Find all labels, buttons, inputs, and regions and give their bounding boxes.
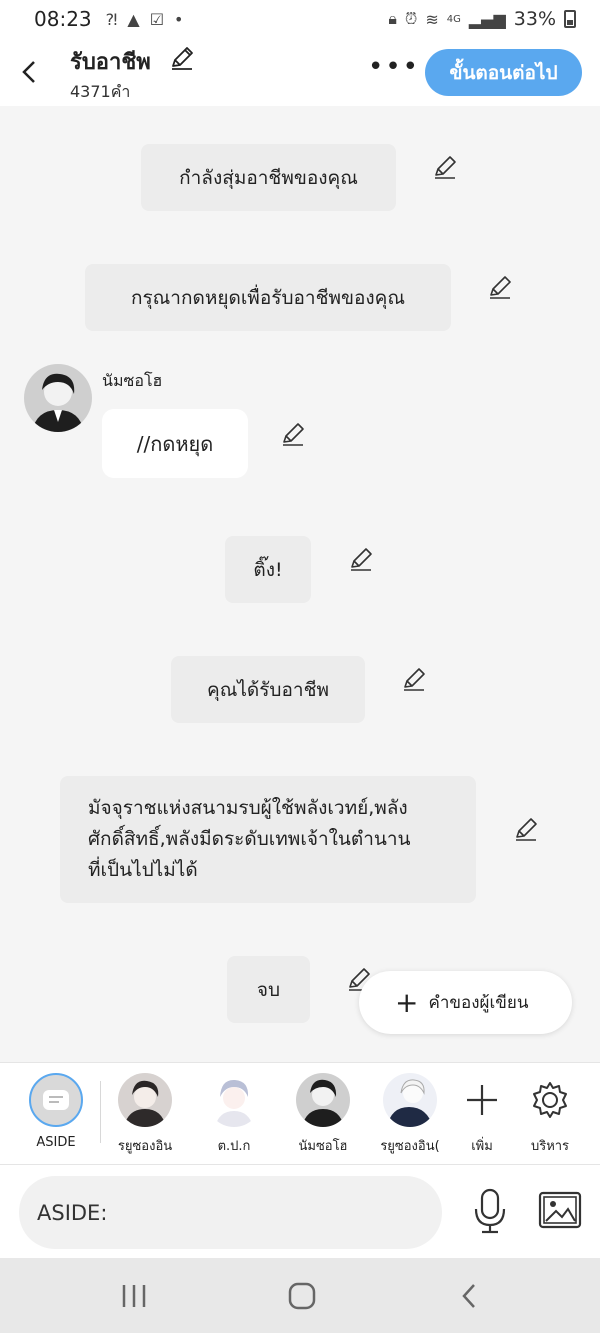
status-bar: 08:23 ⁈ ▲ ☑ • 🔒︎ ⏰︎ ≋ 4G ▂▄▆ 33% <box>0 0 600 38</box>
system-back-button[interactable] <box>450 1276 490 1316</box>
chevron-left-icon <box>22 61 35 83</box>
character-selector: ASIDE รยูซองอิน ต.ป.ก นัมซอโฮ รยูซองอิน(… <box>0 1062 600 1165</box>
microphone-icon[interactable] <box>470 1187 510 1235</box>
edit-pencil-icon[interactable] <box>347 546 375 574</box>
character-ryu-soung-in[interactable]: รยูซองอิน <box>105 1073 185 1156</box>
alarm-icon: ⏰︎ <box>404 9 418 28</box>
character-tpk[interactable]: ต.ป.ก <box>194 1073 274 1156</box>
app-header: รับอาชีพ 4371คำ ••• ขั้นตอนต่อไป <box>0 38 600 106</box>
more-options-button[interactable]: ••• <box>368 52 420 82</box>
character-label: นัมซอโฮ <box>298 1139 348 1154</box>
wifi-icon: ≋ <box>425 9 439 29</box>
narration-bubble[interactable]: คุณได้รับอาชีพ <box>171 656 365 723</box>
author-note-label: คำของผู้เขียน <box>428 993 529 1013</box>
page-title: รับอาชีพ <box>70 50 151 75</box>
plus-icon <box>467 1085 497 1115</box>
narration-bubble[interactable]: มัจจุราชแห่งสนามรบผู้ใช้พลังเวทย์,พลัง ศ… <box>60 776 476 903</box>
recent-apps-icon <box>122 1285 146 1307</box>
home-button[interactable] <box>282 1276 322 1316</box>
recent-apps-button[interactable] <box>114 1276 154 1316</box>
avatar-namsoho[interactable] <box>24 364 92 432</box>
narration-line: ที่เป็นไปไม่ได้ <box>88 859 198 881</box>
avatar <box>296 1073 350 1127</box>
character-bubble[interactable]: //กดหยุด <box>102 409 248 478</box>
system-nav-bar <box>0 1258 600 1333</box>
character-label: ASIDE <box>36 1135 76 1150</box>
edit-title-pencil-icon[interactable] <box>168 44 196 72</box>
edit-pencil-icon[interactable] <box>431 154 459 182</box>
back-button[interactable] <box>14 52 44 92</box>
edit-pencil-icon[interactable] <box>512 816 540 844</box>
author-note-button[interactable]: + คำของผู้เขียน <box>359 971 572 1034</box>
back-chevron-icon <box>462 1284 475 1308</box>
signal-icon: ▂▄▆ <box>468 9 506 29</box>
divider <box>100 1081 101 1143</box>
narration-bubble[interactable]: กรุณากดหยุดเพื่อรับอาชีพของคุณ <box>85 264 451 331</box>
home-icon <box>288 1282 316 1310</box>
avatar <box>118 1073 172 1127</box>
status-time: 08:23 <box>34 7 92 31</box>
character-label: ต.ป.ก <box>217 1139 251 1154</box>
warning-icon: ▲ <box>127 9 140 29</box>
battery-icon <box>564 10 576 28</box>
lock-icon: 🔒︎ <box>388 9 397 28</box>
edit-pencil-icon[interactable] <box>400 666 428 694</box>
network-type: 4G <box>446 13 461 25</box>
checkbox-icon: ☑ <box>149 9 165 29</box>
avatar <box>383 1073 437 1127</box>
no-signal-icon: ⁈ <box>105 9 118 29</box>
speaker-name: นัมซอโฮ <box>102 371 163 390</box>
image-icon[interactable] <box>538 1190 582 1230</box>
character-aside[interactable]: ASIDE <box>16 1073 96 1150</box>
message-input[interactable] <box>19 1176 442 1249</box>
character-label: รยูซองอิน( <box>380 1139 440 1154</box>
narration-line: ศักดิ์สิทธิ์,พลังมีดระดับเทพเจ้าในตำนาน <box>88 828 411 850</box>
manage-characters-button[interactable]: บริหาร <box>510 1073 590 1156</box>
aside-icon <box>29 1073 83 1127</box>
avatar <box>207 1073 261 1127</box>
battery-percent: 33% <box>513 8 556 30</box>
input-bar <box>0 1165 600 1258</box>
word-count: 4371คำ <box>70 82 131 101</box>
narration-line: มัจจุราชแห่งสนามรบผู้ใช้พลังเวทย์,พลัง <box>88 797 408 819</box>
edit-pencil-icon[interactable] <box>486 274 514 302</box>
story-chat-area[interactable]: กำลังสุ่มอาชีพของคุณ กรุณากดหยุดเพื่อรับ… <box>0 106 600 1062</box>
narration-bubble[interactable]: จบ <box>227 956 310 1023</box>
narration-bubble[interactable]: ติ๊ง! <box>225 536 311 603</box>
character-label: รยูซองอิน <box>117 1139 173 1154</box>
manage-label: บริหาร <box>530 1139 570 1154</box>
edit-pencil-icon[interactable] <box>279 421 307 449</box>
plus-icon: + <box>395 985 419 1019</box>
character-namsoho[interactable]: นัมซอโฮ <box>283 1073 363 1156</box>
narration-bubble[interactable]: กำลังสุ่มอาชีพของคุณ <box>141 144 396 211</box>
character-ryu-soung-in-2[interactable]: รยูซองอิน( <box>370 1073 450 1156</box>
next-step-button[interactable]: ขั้นตอนต่อไป <box>425 49 582 96</box>
dot-icon: • <box>174 9 184 29</box>
gear-icon <box>533 1082 567 1118</box>
